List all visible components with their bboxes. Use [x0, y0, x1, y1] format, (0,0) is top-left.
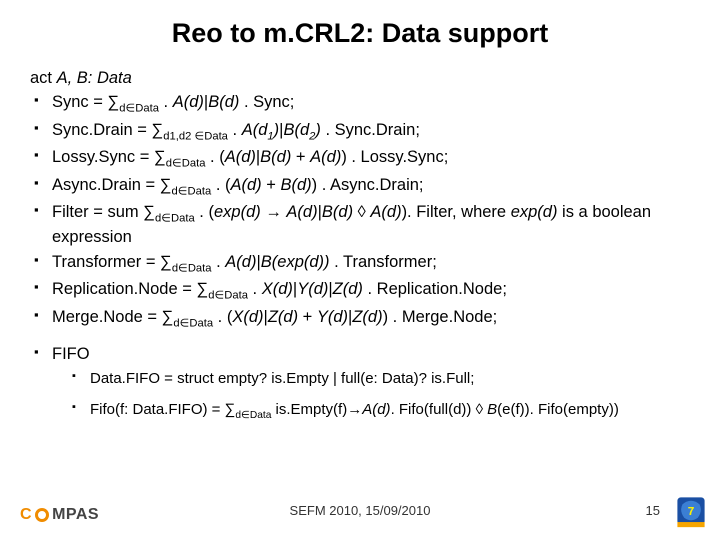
fifo-def: Fifo(f: Data.FIFO) = ∑d∈Data is.Empty(f)…	[70, 400, 690, 423]
def-fifo: FIFO Data.FIFO = struct empty? is.Empty …	[30, 343, 690, 422]
fp7-logo-icon: 7	[674, 494, 708, 528]
def-filter: Filter = sum ∑d∈Data . (exp(d) → A(d)|B(…	[30, 201, 690, 249]
fifo-section: FIFO Data.FIFO = struct empty? is.Empty …	[30, 343, 690, 422]
def-lossysync: Lossy.Sync = ∑d∈Data . (A(d)|B(d) + A(d)…	[30, 146, 690, 171]
fifo-sublist: Data.FIFO = struct empty? is.Empty | ful…	[70, 369, 690, 422]
act-declaration: act A, B: Data	[30, 67, 690, 89]
def-syncdrain: Sync.Drain = ∑d1,d2 ∈Data . A(d1)|B(d2) …	[30, 119, 690, 144]
def-asyncdrain: Async.Drain = ∑d∈Data . (A(d) + B(d)) . …	[30, 174, 690, 199]
page-number: 15	[646, 503, 660, 518]
slide-title: Reo to m.CRL2: Data support	[30, 18, 690, 49]
definition-list: Sync = ∑d∈Data . A(d)|B(d) . Sync; Sync.…	[30, 91, 690, 331]
def-sync: Sync = ∑d∈Data . A(d)|B(d) . Sync;	[30, 91, 690, 116]
footer-venue: SEFM 2010, 15/09/2010	[0, 503, 720, 518]
def-replicationnode: Replication.Node = ∑d∈Data . X(d)|Y(d)|Z…	[30, 278, 690, 303]
slide-body: act A, B: Data Sync = ∑d∈Data . A(d)|B(d…	[30, 67, 690, 422]
slide-footer: CMPAS SEFM 2010, 15/09/2010 15 7	[0, 492, 720, 532]
svg-text:7: 7	[688, 504, 695, 518]
def-transformer: Transformer = ∑d∈Data . A(d)|B(exp(d)) .…	[30, 251, 690, 276]
def-mergenode: Merge.Node = ∑d∈Data . (X(d)|Z(d) + Y(d)…	[30, 306, 690, 331]
fifo-label: FIFO	[52, 345, 90, 363]
fifo-struct: Data.FIFO = struct empty? is.Empty | ful…	[70, 369, 690, 389]
